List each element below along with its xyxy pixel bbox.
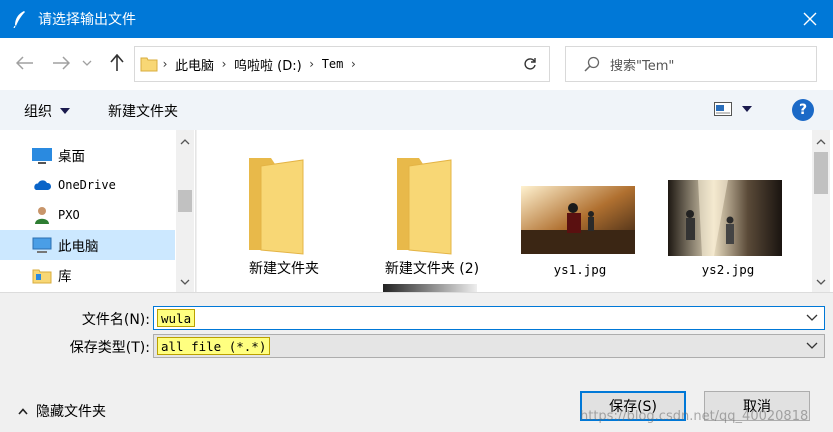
folder-icon <box>249 158 304 255</box>
filetype-value: all file (*.*) <box>157 337 271 355</box>
search-input[interactable]: 搜索"Tem" <box>565 46 817 82</box>
chevron-right-icon[interactable]: › <box>217 57 231 71</box>
address-bar[interactable]: › 此电脑 › 呜啦啦 (D:) › Tem › <box>134 46 625 82</box>
nav-label: 桌面 <box>58 149 85 165</box>
nav-item-pxo[interactable]: PXO <box>0 200 175 230</box>
view-icon <box>714 102 732 116</box>
file-name: ys1.jpg <box>553 262 607 277</box>
new-folder-button[interactable]: 新建文件夹 <box>108 101 178 121</box>
nav-item-onedrive[interactable]: OneDrive <box>0 170 175 200</box>
image-thumbnail-icon <box>668 180 782 256</box>
file-name: 新建文件夹 <box>249 261 319 277</box>
view-options-button[interactable] <box>714 102 752 116</box>
nav-label: 库 <box>58 269 72 285</box>
refresh-icon <box>523 58 536 70</box>
nav-scrollbar[interactable] <box>176 130 194 292</box>
feather-icon <box>13 11 25 28</box>
chevron-down-icon <box>806 342 818 349</box>
caret-down-icon <box>742 106 752 112</box>
content-scrollbar[interactable] <box>812 130 830 292</box>
chevron-down-icon <box>82 60 92 66</box>
file-item-folder[interactable]: 新建文件夹 <box>219 130 349 292</box>
up-button[interactable] <box>106 52 128 74</box>
scroll-down-icon[interactable] <box>176 274 194 290</box>
search-icon <box>584 56 600 72</box>
chevron-right-icon[interactable]: › <box>305 57 319 71</box>
breadcrumb-this-pc[interactable]: 此电脑 <box>175 55 214 74</box>
computer-icon <box>32 237 52 253</box>
file-name: ys2.jpg <box>701 262 755 277</box>
cloud-icon <box>34 180 52 190</box>
navigation-pane: 桌面 OneDrive PXO 此电脑 库 <box>0 130 196 292</box>
organize-button[interactable]: 组织 <box>24 101 70 121</box>
close-icon <box>803 12 817 26</box>
library-icon <box>32 269 52 284</box>
help-icon[interactable]: ? <box>792 99 814 121</box>
back-button[interactable] <box>14 52 36 74</box>
file-item-ys1[interactable]: ys1.jpg <box>515 130 645 292</box>
nav-item-desktop[interactable]: 桌面 <box>0 140 175 170</box>
filename-dropdown[interactable] <box>804 310 820 326</box>
chevron-right-icon[interactable]: › <box>346 57 360 71</box>
organize-label: 组织 <box>24 104 52 120</box>
nav-label: PXO <box>58 208 80 222</box>
content-scroll-thumb[interactable] <box>814 152 828 194</box>
watermark-text: https://blog.csdn.net/qq_40020818 <box>580 409 809 424</box>
nav-label: 此电脑 <box>58 239 99 255</box>
breadcrumb-drive-d[interactable]: 呜啦啦 (D:) <box>234 55 302 74</box>
folder-icon <box>140 57 158 72</box>
scroll-up-icon[interactable] <box>176 134 194 150</box>
new-folder-label: 新建文件夹 <box>108 104 178 120</box>
title-bar: 请选择输出文件 <box>0 0 833 38</box>
caret-down-icon <box>60 108 70 114</box>
toolbar: 组织 新建文件夹 ? <box>0 90 833 130</box>
chevron-right-icon[interactable]: › <box>158 57 172 71</box>
chevron-up-icon <box>18 407 28 415</box>
arrow-right-icon <box>53 56 70 70</box>
scroll-down-icon[interactable] <box>812 274 830 290</box>
arrow-left-icon <box>16 56 33 70</box>
filename-label: 文件名(N): <box>81 312 150 328</box>
image-thumbnail-icon <box>521 186 635 254</box>
desktop-icon <box>32 148 52 164</box>
breadcrumb-tem[interactable]: Tem <box>322 57 344 71</box>
filename-field[interactable]: wula <box>153 306 825 330</box>
filetype-label: 保存类型(T): <box>69 340 150 356</box>
user-icon <box>35 207 49 224</box>
nav-scroll-thumb[interactable] <box>178 190 192 212</box>
nav-item-this-pc[interactable]: 此电脑 <box>0 230 175 260</box>
recent-locations-button[interactable] <box>80 52 94 74</box>
file-item-ys2[interactable]: ys2.jpg <box>663 130 793 292</box>
save-form: 文件名(N): wula 保存类型(T): all file (*.*) 隐藏文… <box>0 292 833 432</box>
window-title: 请选择输出文件 <box>38 12 136 28</box>
refresh-button[interactable] <box>510 46 550 82</box>
file-list: 新建文件夹 新建文件夹 (2) ys1.jpg ys2.jpg <box>197 130 833 292</box>
forward-button[interactable] <box>50 52 72 74</box>
hide-folders-label: 隐藏文件夹 <box>36 404 106 420</box>
folder-icon <box>397 158 452 255</box>
hide-folders-toggle[interactable]: 隐藏文件夹 <box>18 401 106 421</box>
arrow-up-icon <box>110 54 124 71</box>
partial-image-thumbnail[interactable] <box>383 284 477 292</box>
scroll-up-icon[interactable] <box>812 134 830 150</box>
filetype-dropdown[interactable] <box>804 338 820 354</box>
filetype-select[interactable]: all file (*.*) <box>153 334 825 358</box>
file-name: 新建文件夹 (2) <box>384 261 480 277</box>
chevron-down-icon <box>806 314 818 321</box>
close-button[interactable] <box>787 0 833 38</box>
search-placeholder: 搜索"Tem" <box>610 58 675 74</box>
filename-value[interactable]: wula <box>157 309 196 327</box>
nav-label: OneDrive <box>58 178 116 192</box>
nav-item-library[interactable]: 库 <box>0 260 175 290</box>
file-item-folder-2[interactable]: 新建文件夹 (2) <box>367 130 497 292</box>
